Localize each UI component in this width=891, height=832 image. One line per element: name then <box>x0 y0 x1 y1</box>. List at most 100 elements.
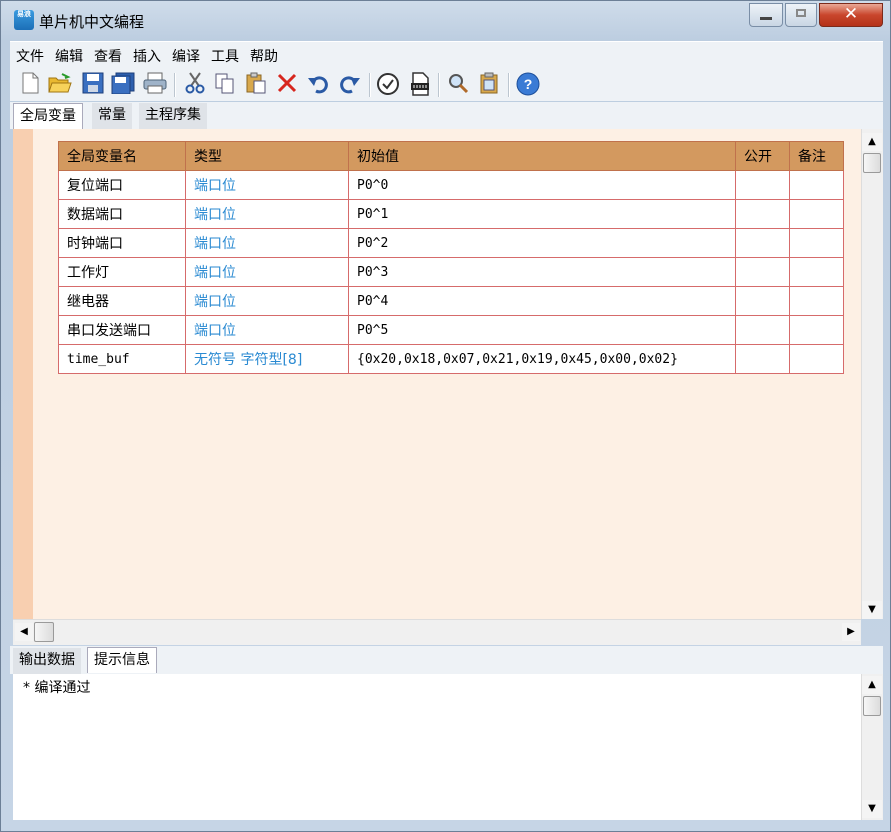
public-cell[interactable] <box>735 257 790 287</box>
menu-tools[interactable]: 工具 <box>205 42 244 67</box>
table-row[interactable]: 数据端口 端口位 P0^1 <box>58 199 844 229</box>
tab-constants[interactable]: 常量 <box>92 103 132 129</box>
remark-cell[interactable] <box>789 170 844 200</box>
initial-value-cell[interactable]: {0x20,0x18,0x07,0x21,0x19,0x45,0x00,0x02… <box>348 344 736 374</box>
table-row[interactable]: 时钟端口 端口位 P0^2 <box>58 228 844 258</box>
new-file-icon[interactable] <box>18 72 42 96</box>
variable-type-cell[interactable]: 端口位 <box>185 315 349 345</box>
remark-cell[interactable] <box>789 199 844 229</box>
scroll-right-icon[interactable]: ▶ <box>842 623 860 641</box>
public-cell[interactable] <box>735 170 790 200</box>
public-cell[interactable] <box>735 199 790 229</box>
initial-value-cell[interactable]: P0^0 <box>348 170 736 200</box>
scroll-down-icon[interactable]: ▼ <box>862 800 882 818</box>
variable-type-cell[interactable]: 无符号 字符型[8] <box>185 344 349 374</box>
window-bottom-border <box>10 821 883 827</box>
menu-bar: 文件 编辑 查看 插入 编译 工具 帮助 <box>10 41 883 67</box>
scroll-up-icon[interactable]: ▲ <box>862 676 882 694</box>
remark-cell[interactable] <box>789 344 844 374</box>
table-row[interactable]: time_buf 无符号 字符型[8] {0x20,0x18,0x07,0x21,0… <box>58 344 844 374</box>
variable-type-cell[interactable]: 端口位 <box>185 228 349 258</box>
column-header-initial-value[interactable]: 初始值 <box>348 141 736 171</box>
maximize-button[interactable] <box>785 3 817 27</box>
minimize-icon <box>760 17 772 20</box>
initial-value-cell[interactable]: P0^5 <box>348 315 736 345</box>
print-icon[interactable] <box>143 72 167 96</box>
variable-type-cell[interactable]: 端口位 <box>185 170 349 200</box>
scroll-thumb[interactable] <box>863 696 881 716</box>
save-all-icon[interactable] <box>111 72 135 96</box>
app-logo-text: 易浪 <box>17 10 31 18</box>
table-row[interactable]: 继电器 端口位 P0^4 <box>58 286 844 316</box>
public-cell[interactable] <box>735 228 790 258</box>
table-row[interactable]: 工作灯 端口位 P0^3 <box>58 257 844 287</box>
toolbar: ? <box>10 67 883 101</box>
variable-name-cell[interactable]: time_buf <box>58 344 186 374</box>
initial-value-cell[interactable]: P0^2 <box>348 228 736 258</box>
public-cell[interactable] <box>735 286 790 316</box>
initial-value-cell[interactable]: P0^4 <box>348 286 736 316</box>
search-icon[interactable] <box>446 72 470 96</box>
variable-name-cell[interactable]: 复位端口 <box>58 170 186 200</box>
redo-icon[interactable] <box>338 72 362 96</box>
column-header-type[interactable]: 类型 <box>185 141 349 171</box>
check-compile-icon[interactable] <box>376 72 400 96</box>
title-bar[interactable]: 易浪 单片机中文编程 ✕ <box>1 1 890 39</box>
tab-global-variables[interactable]: 全局变量 <box>13 103 83 129</box>
variable-name-cell[interactable]: 串口发送端口 <box>58 315 186 345</box>
initial-value-cell[interactable]: P0^1 <box>348 199 736 229</box>
remark-cell[interactable] <box>789 257 844 287</box>
horizontal-scroll-thumb[interactable] <box>34 622 54 642</box>
menu-help[interactable]: 帮助 <box>244 42 283 67</box>
line-gutter <box>13 129 33 619</box>
menu-insert[interactable]: 插入 <box>127 42 166 67</box>
column-header-remark[interactable]: 备注 <box>789 141 844 171</box>
scroll-thumb[interactable] <box>863 153 881 173</box>
scroll-up-icon[interactable]: ▲ <box>862 133 882 151</box>
public-cell[interactable] <box>735 344 790 374</box>
menu-view[interactable]: 查看 <box>88 42 127 67</box>
tab-hint-info[interactable]: 提示信息 <box>87 647 157 673</box>
minimize-button[interactable] <box>749 3 783 27</box>
public-cell[interactable] <box>735 315 790 345</box>
menu-file[interactable]: 文件 <box>10 42 49 67</box>
variable-type-cell[interactable]: 端口位 <box>185 286 349 316</box>
delete-icon[interactable] <box>275 72 299 96</box>
tab-main-program[interactable]: 主程序集 <box>139 103 207 129</box>
toolbar-separator <box>369 73 371 97</box>
download-chip-icon[interactable] <box>408 72 432 96</box>
variable-name-cell[interactable]: 时钟端口 <box>58 228 186 258</box>
copy-icon[interactable] <box>213 72 237 96</box>
output-vertical-scrollbar[interactable]: ▲ ▼ <box>861 674 883 820</box>
variable-name-cell[interactable]: 工作灯 <box>58 257 186 287</box>
menu-edit[interactable]: 编辑 <box>49 42 88 67</box>
scroll-down-icon[interactable]: ▼ <box>862 601 882 619</box>
column-header-name[interactable]: 全局变量名 <box>58 141 186 171</box>
table-row[interactable]: 复位端口 端口位 P0^0 <box>58 170 844 200</box>
remark-cell[interactable] <box>789 315 844 345</box>
editor-vertical-scrollbar[interactable]: ▲ ▼ <box>861 129 883 619</box>
menu-compile[interactable]: 编译 <box>166 42 205 67</box>
paste-icon[interactable] <box>244 72 268 96</box>
editor-horizontal-scrollbar[interactable]: ◀ ▶ <box>13 619 861 645</box>
open-folder-icon[interactable] <box>48 72 72 96</box>
close-button[interactable]: ✕ <box>819 3 883 27</box>
clipboard-icon[interactable] <box>477 72 501 96</box>
save-icon[interactable] <box>81 72 105 96</box>
global-variable-table: 全局变量名 类型 初始值 公开 备注 复位端口 端口位 P0^0 数据端口 端口位 P0… <box>58 141 844 374</box>
variable-type-cell[interactable]: 端口位 <box>185 257 349 287</box>
help-icon[interactable]: ? <box>516 72 540 96</box>
undo-icon[interactable] <box>306 72 330 96</box>
variable-type-cell[interactable]: 端口位 <box>185 199 349 229</box>
remark-cell[interactable] <box>789 286 844 316</box>
cut-icon[interactable] <box>183 72 207 96</box>
app-logo-icon: 易浪 <box>14 10 34 30</box>
variable-name-cell[interactable]: 数据端口 <box>58 199 186 229</box>
remark-cell[interactable] <box>789 228 844 258</box>
variable-name-cell[interactable]: 继电器 <box>58 286 186 316</box>
column-header-public[interactable]: 公开 <box>735 141 790 171</box>
tab-output-data[interactable]: 输出数据 <box>13 648 81 674</box>
table-row[interactable]: 串口发送端口 端口位 P0^5 <box>58 315 844 345</box>
scroll-left-icon[interactable]: ◀ <box>15 623 33 641</box>
initial-value-cell[interactable]: P0^3 <box>348 257 736 287</box>
